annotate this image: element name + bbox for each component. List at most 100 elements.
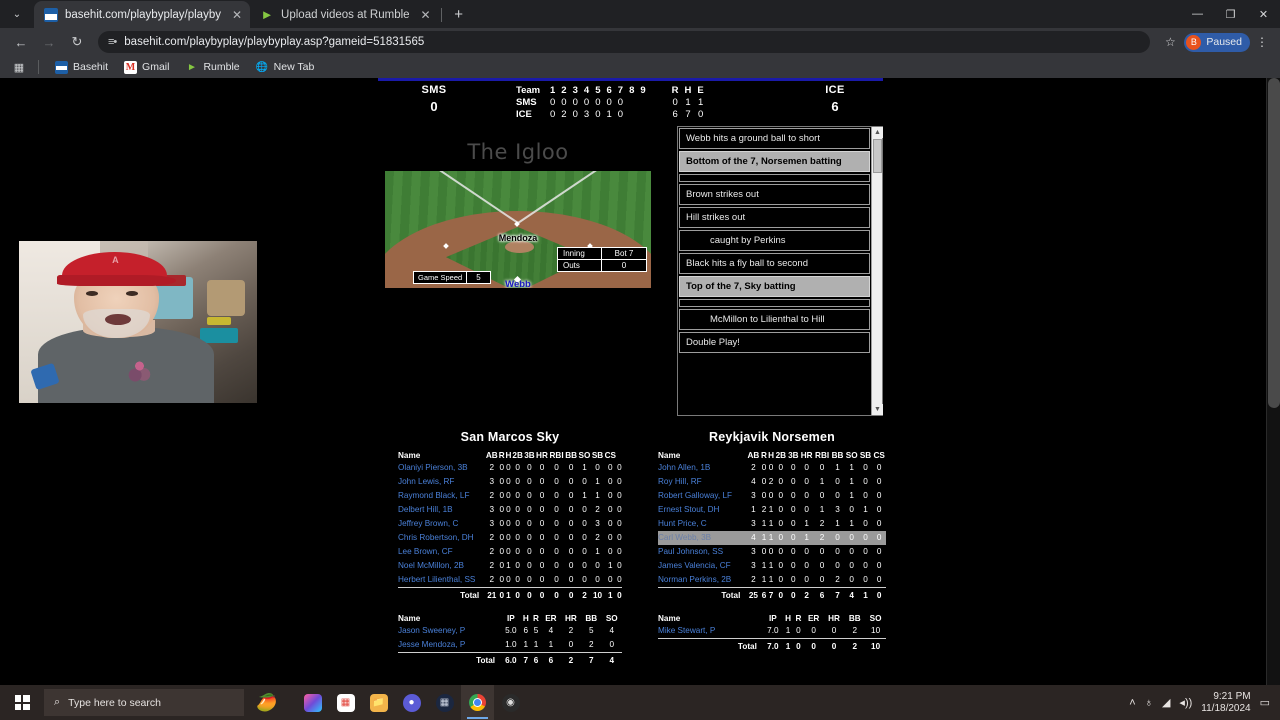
batter-name[interactable]: Hunt Price, C — [658, 517, 746, 531]
maximize-icon[interactable]: ❐ — [1214, 0, 1247, 28]
play-inning-header[interactable]: Bottom of the 7, Norsemen batting — [679, 151, 870, 172]
batter-name[interactable]: Ernest Stout, DH — [658, 503, 746, 517]
batter-name[interactable]: John Allen, 1B — [658, 461, 746, 475]
table-row[interactable]: Norman Perkins, 2B 2 1 1 0 0 0 0 2 0 0 0 — [658, 573, 886, 588]
game-speed-value[interactable]: 5 — [467, 272, 489, 283]
table-row[interactable]: Roy Hill, RF 4 0 2 0 0 0 1 0 1 0 0 — [658, 475, 886, 489]
table-row[interactable]: Jason Sweeney, P 5.0 6 5 4 2 5 4 — [398, 624, 622, 638]
apps-grid-icon[interactable]: ▦ — [10, 61, 28, 74]
play-entry-blank[interactable] — [679, 174, 870, 182]
batter-name[interactable]: Delbert Hill, 1B — [398, 503, 485, 517]
back-icon[interactable]: ← — [8, 30, 34, 54]
close-icon[interactable]: ✕ — [232, 8, 242, 22]
page-scrollbar[interactable] — [1266, 78, 1280, 685]
batter-name[interactable]: James Valencia, CF — [658, 559, 746, 573]
streamer-webcam-overlay[interactable]: A — [16, 238, 260, 406]
tab-rumble[interactable]: ► Upload videos at Rumble ✕ — [250, 1, 439, 28]
table-row[interactable]: John Allen, 1B 2 0 0 0 0 0 0 1 1 0 0 — [658, 461, 886, 475]
table-row[interactable]: Noel McMillon, 2B 2 0 1 0 0 0 0 0 0 0 1 0 — [398, 559, 622, 573]
play-inning-header[interactable]: Top of the 7, Sky batting — [679, 276, 870, 297]
bookmark-new-tab[interactable]: 🌐 New Tab — [250, 59, 321, 76]
table-row[interactable]: Delbert Hill, 1B 3 0 0 0 0 0 0 0 0 2 0 0 — [398, 503, 622, 517]
close-icon[interactable]: ✕ — [421, 8, 431, 22]
start-button[interactable] — [0, 685, 44, 720]
taskbar-search[interactable]: ⌕ Type here to search — [44, 689, 244, 716]
taskbar-store-icon[interactable]: ▦ — [329, 685, 362, 720]
batter-name[interactable]: Jeffrey Brown, C — [398, 517, 485, 531]
batter-name[interactable]: John Lewis, RF — [398, 475, 485, 489]
batter-name[interactable]: Noel McMillon, 2B — [398, 559, 485, 573]
table-row[interactable]: Olaniyi Pierson, 3B 2 0 0 0 0 0 0 0 1 0 0 0 — [398, 461, 622, 475]
bookmark-rumble[interactable]: ► Rumble — [179, 59, 245, 76]
play-entry-blank[interactable] — [679, 299, 870, 307]
profile-paused-button[interactable]: B Paused — [1184, 32, 1250, 52]
table-row[interactable]: Hunt Price, C31100121100 — [658, 517, 886, 531]
table-row[interactable]: Carl Webb, 3B 4 1 1 0 0 1 2 0 0 0 0 — [658, 531, 886, 545]
tray-chevron-icon[interactable]: ˄ — [1129, 697, 1135, 709]
play-by-play-list[interactable]: Webb hits a ground ball to short Bottom … — [678, 127, 871, 415]
play-entry[interactable]: Webb hits a ground ball to short — [679, 128, 870, 149]
microphone-icon[interactable]: ♁ — [1145, 697, 1153, 709]
bookmark-basehit[interactable]: Basehit — [49, 59, 114, 76]
table-row[interactable]: James Valencia, CF 3 1 1 0 0 0 0 0 0 0 0 — [658, 559, 886, 573]
table-row[interactable]: John Lewis, RF 3 0 0 0 0 0 0 0 0 1 0 0 — [398, 475, 622, 489]
taskbar-file-explorer-icon[interactable]: 📁 — [362, 685, 395, 720]
taskbar-calculator-icon[interactable]: ▦ — [428, 685, 461, 720]
baseball-field-graphic[interactable]: Mendoza Webb Game Speed 5 Inning Bot 7 O… — [385, 171, 651, 288]
play-entry[interactable]: Double Play! — [679, 332, 870, 353]
batter-name[interactable]: Chris Robertson, DH — [398, 531, 485, 545]
scroll-up-icon[interactable]: ▲ — [872, 127, 883, 138]
tab-basehit[interactable]: basehit.com/playbyplay/playby ✕ — [34, 1, 251, 28]
new-tab-button[interactable]: + — [446, 1, 472, 27]
address-bar[interactable]: ≡• basehit.com/playbyplay/playbyplay.asp… — [98, 31, 1151, 53]
taskbar-discord-icon[interactable]: ● — [395, 685, 428, 720]
table-row[interactable]: Mike Stewart, P 7.0 1 0 0 0 2 10 — [658, 624, 886, 639]
volume-icon[interactable]: ◂)) — [1179, 696, 1192, 709]
table-row[interactable]: Paul Johnson, SS 3 0 0 0 0 0 0 0 0 0 0 — [658, 545, 886, 559]
bookmark-gmail[interactable]: M Gmail — [118, 59, 175, 76]
table-row[interactable]: Robert Galloway, LF 3 0 0 0 0 0 0 0 1 0 0 — [658, 489, 886, 503]
table-row[interactable]: Ernest Stout, DH 1 2 1 0 0 0 1 3 0 1 0 — [658, 503, 886, 517]
table-row[interactable]: Jeffrey Brown, C300000000300 — [398, 517, 622, 531]
minimize-icon[interactable]: — — [1181, 0, 1214, 28]
taskbar-copilot-icon[interactable] — [296, 685, 329, 720]
play-entry[interactable]: Brown strikes out — [679, 184, 870, 205]
table-row[interactable]: Chris Robertson, DH 2 0 0 0 0 0 0 0 0 2 0 0 — [398, 531, 622, 545]
game-speed-control[interactable]: Game Speed 5 — [413, 271, 491, 284]
taskbar-chrome-icon[interactable] — [461, 685, 494, 720]
network-icon[interactable]: ◢ — [1162, 696, 1170, 709]
tab-search-button[interactable]: ⌄ — [0, 0, 34, 28]
play-by-play-scrollbar[interactable]: ▲ ▼ — [871, 127, 883, 415]
page-scrollbar-thumb[interactable] — [1268, 78, 1280, 408]
table-row[interactable]: Lee Brown, CF 2 0 0 0 0 0 0 0 0 1 0 0 — [398, 545, 622, 559]
table-row[interactable]: Herbert Lilienthal, SS 2 0 0 0 0 0 0 0 0 0 0 0 — [398, 573, 622, 588]
batter-name[interactable]: Raymond Black, LF — [398, 489, 485, 503]
reload-icon[interactable]: ↻ — [64, 30, 90, 54]
taskbar-clock[interactable]: 9:21 PM 11/18/2024 — [1201, 691, 1250, 715]
play-entry-detail[interactable]: McMillon to Lilienthal to Hill — [679, 309, 870, 330]
manatee-widget-icon[interactable]: 🥭 — [244, 685, 290, 720]
batter-name[interactable]: Norman Perkins, 2B — [658, 573, 746, 588]
forward-icon[interactable]: → — [36, 30, 62, 54]
taskbar-obs-icon[interactable]: ◉ — [494, 685, 527, 720]
close-window-icon[interactable]: ✕ — [1247, 0, 1280, 28]
batter-name[interactable]: Herbert Lilienthal, SS — [398, 573, 485, 588]
scrollbar-thumb[interactable] — [873, 139, 882, 173]
pitcher-name[interactable]: Jason Sweeney, P — [398, 624, 501, 638]
bookmark-star-icon[interactable]: ☆ — [1158, 35, 1182, 49]
pitcher-name[interactable]: Mike Stewart, P — [658, 624, 763, 639]
pitcher-name[interactable]: Jesse Mendoza, P — [398, 638, 501, 653]
batter-name[interactable]: Paul Johnson, SS — [658, 545, 746, 559]
site-settings-icon[interactable]: ≡• — [108, 36, 117, 48]
scroll-down-icon[interactable]: ▼ — [872, 404, 883, 415]
play-entry[interactable]: Hill strikes out — [679, 207, 870, 228]
batter-name[interactable]: Carl Webb, 3B — [658, 531, 747, 545]
batter-name[interactable]: Roy Hill, RF — [658, 475, 746, 489]
batter-name[interactable]: Robert Galloway, LF — [658, 489, 746, 503]
batter-name[interactable]: Olaniyi Pierson, 3B — [398, 461, 485, 475]
batter-name[interactable]: Lee Brown, CF — [398, 545, 485, 559]
table-row[interactable]: Raymond Black, LF 2 0 0 0 0 0 0 0 1 1 0 0 — [398, 489, 622, 503]
browser-menu-icon[interactable]: ⋮ — [1252, 36, 1272, 48]
notifications-icon[interactable]: ▭ — [1260, 696, 1270, 709]
play-entry-detail[interactable]: caught by Perkins — [679, 230, 870, 251]
